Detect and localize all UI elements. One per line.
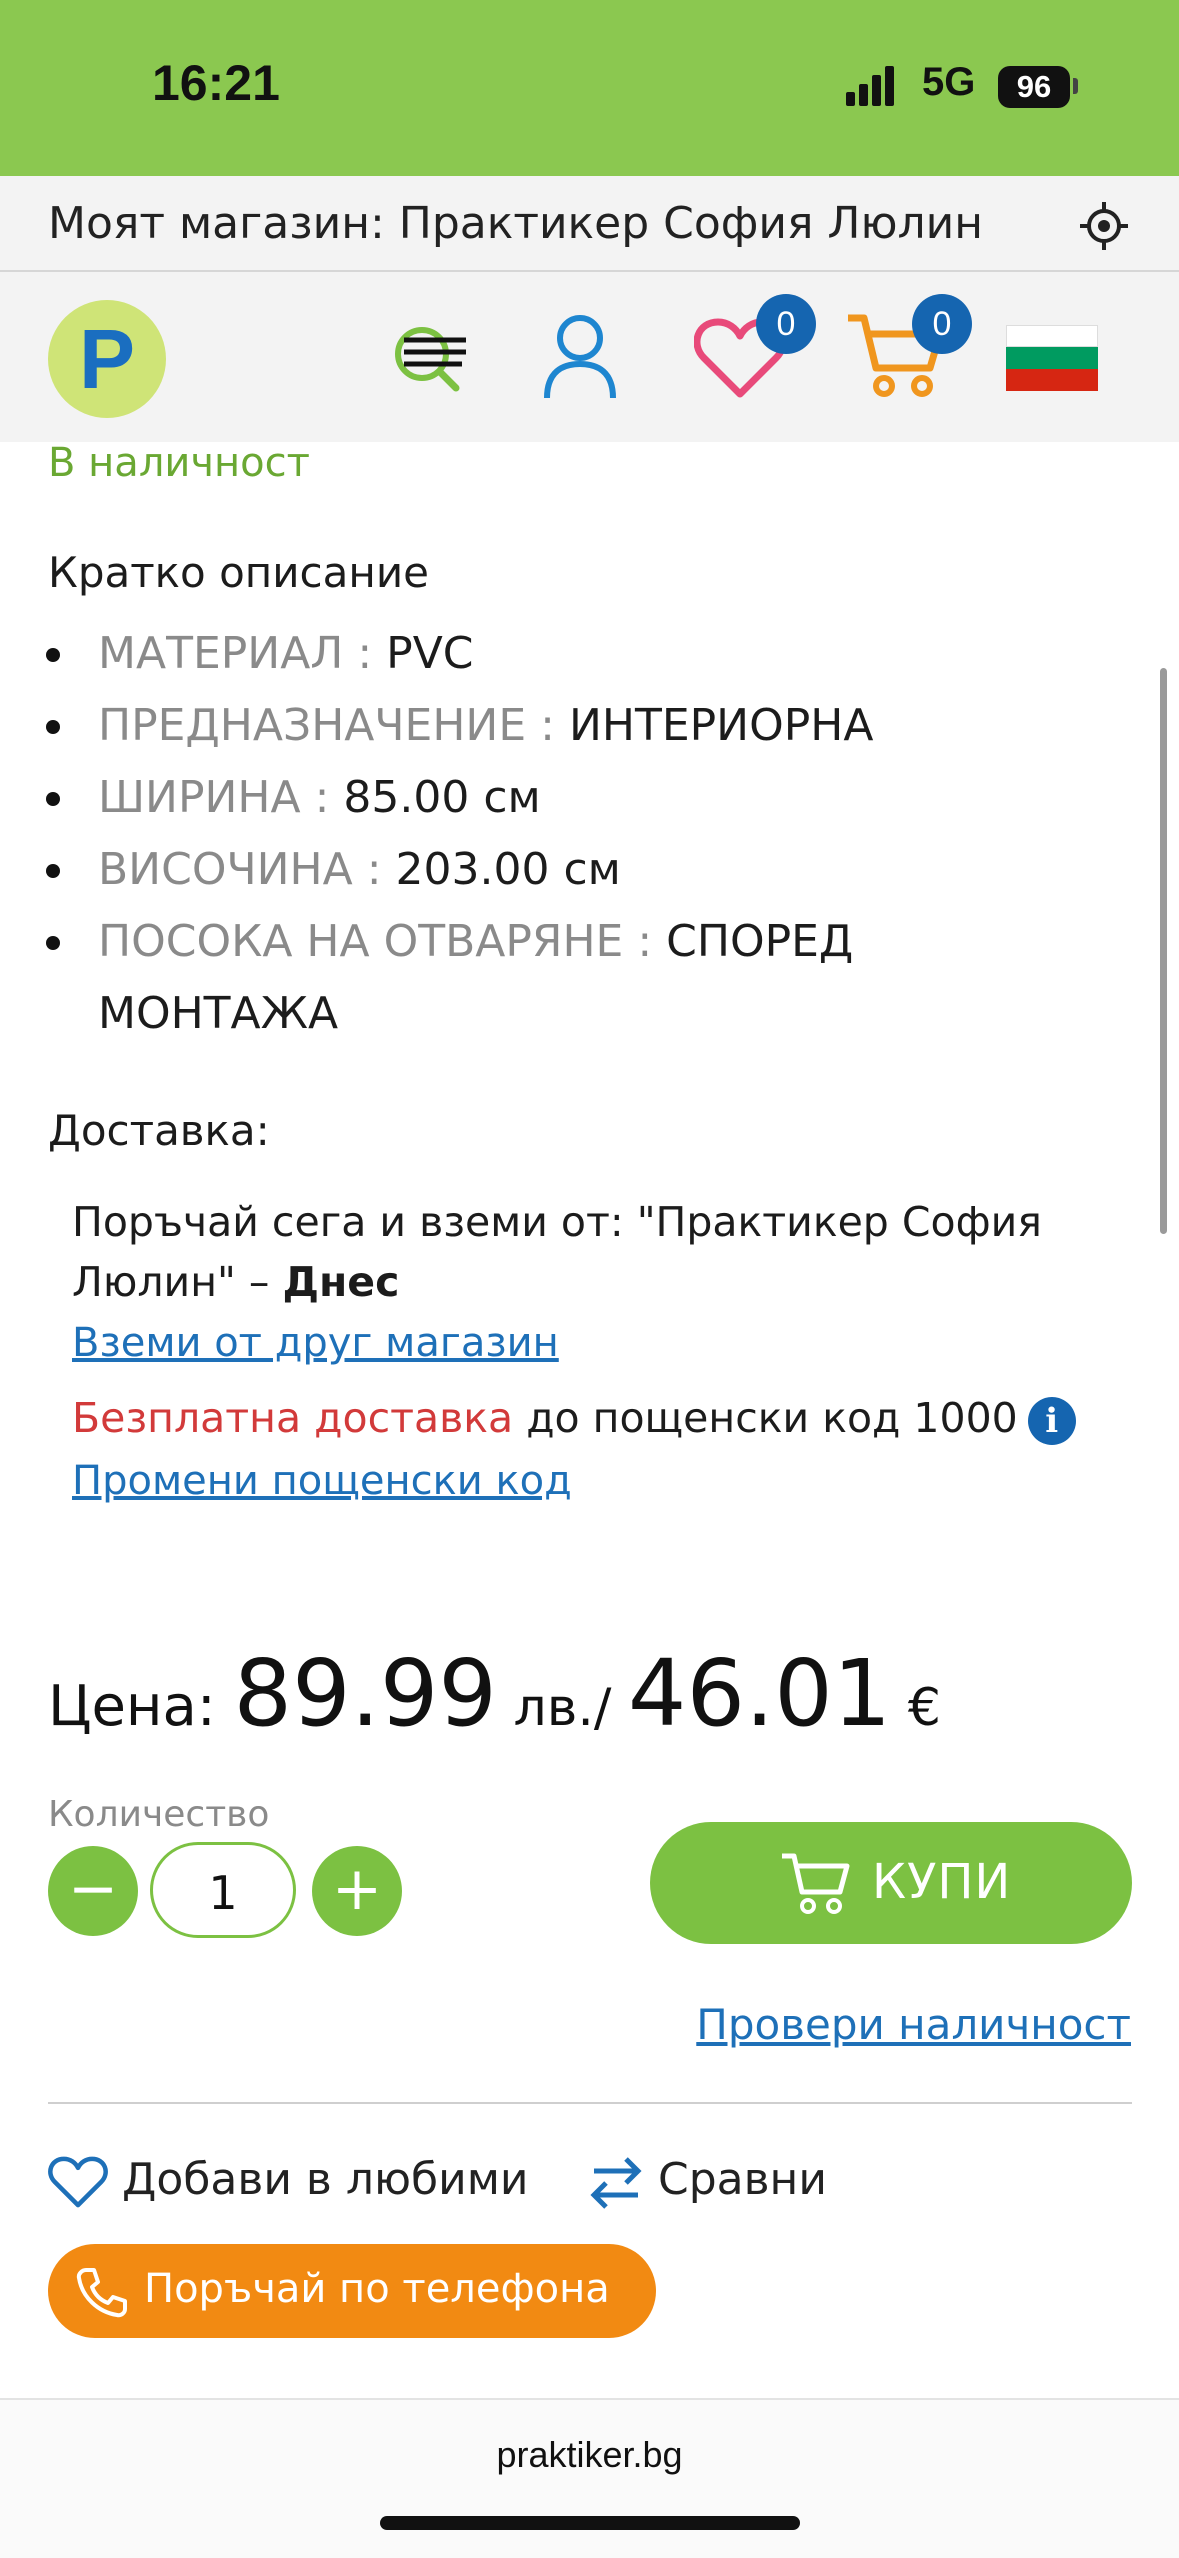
battery-icon: 96 (998, 66, 1070, 108)
cart-icon (782, 1853, 850, 1914)
spec-item: ШИРИНА : 85.00 см (0, 762, 958, 834)
cart-count-badge: 0 (912, 294, 972, 354)
change-postcode-link[interactable]: Промени пощенски код (72, 1458, 572, 1504)
buy-button-label: КУПИ (872, 1854, 1012, 1910)
spec-list: МАТЕРИАЛ : PVC ПРЕДНАЗНАЧЕНИЕ : ИНТЕРИОР… (0, 618, 1179, 1050)
locate-icon[interactable] (1078, 200, 1130, 252)
spec-item: МАТЕРИАЛ : PVC (0, 618, 958, 690)
spec-item: ПОСОКА НА ОТВАРЯНЕ : СПОРЕД МОНТАЖА (0, 906, 958, 1050)
availability-status: В наличност (48, 440, 310, 486)
price-label: Цена: (48, 1674, 234, 1739)
language-flag-icon[interactable] (1006, 325, 1098, 391)
battery-tip (1073, 78, 1078, 94)
compare-label: Сравни (658, 2154, 827, 2205)
free-delivery-info: Безплатна доставка до пощенски код 1000 i (72, 1394, 1076, 1445)
buy-button[interactable]: КУПИ (650, 1822, 1132, 1944)
add-to-favorites-label: Добави в любими (122, 2154, 529, 2205)
search-filter-icon[interactable] (390, 318, 470, 394)
divider (48, 2102, 1132, 2104)
free-delivery-label: Безплатна доставка (72, 1394, 514, 1442)
quantity-input[interactable]: 1 (150, 1842, 296, 1938)
quantity-label: Количество (48, 1794, 270, 1835)
status-bar: 16:21 5G 96 (0, 0, 1179, 176)
store-selector[interactable]: Моят магазин: Практикер София Люлин (0, 176, 1179, 272)
heart-icon (48, 2156, 108, 2208)
browser-url-bar[interactable] (0, 2398, 1179, 2558)
compare-icon (590, 2157, 642, 2209)
delivery-title: Доставка: (48, 1106, 270, 1155)
check-availability-link[interactable]: Провери наличност (696, 2000, 1131, 2049)
home-indicator[interactable] (380, 2516, 800, 2530)
compare-button[interactable]: Сравни (588, 2154, 827, 2209)
status-time: 16:21 (152, 55, 280, 111)
quantity-minus-button[interactable]: − (48, 1846, 138, 1936)
pickup-info: Поръчай сега и вземи от: "Практикер Софи… (72, 1198, 1042, 1366)
order-by-phone-button[interactable]: Поръчай по телефона (48, 2244, 656, 2338)
pickup-when: Днес (282, 1258, 400, 1306)
price-eur-unit: € (891, 1678, 941, 1738)
phone-icon (76, 2268, 127, 2318)
add-to-favorites-button[interactable]: Добави в любими (48, 2154, 529, 2209)
store-name: Моят магазин: Практикер София Люлин (48, 198, 984, 249)
price: Цена: 89.99 лв./ 46.01 € (48, 1640, 941, 1747)
user-icon[interactable] (542, 312, 618, 400)
scrollbar[interactable] (1160, 668, 1167, 1234)
spec-item: ПРЕДНАЗНАЧЕНИЕ : ИНТЕРИОРНА (0, 690, 958, 762)
url-text: praktiker.bg (496, 2434, 683, 2475)
postcode-link-wrap: Промени пощенски код (72, 1458, 572, 1504)
price-bgn-unit: лв./ (496, 1678, 628, 1738)
price-bgn: 89.99 (233, 1640, 497, 1747)
spec-item: ВИСОЧИНА : 203.00 см (0, 834, 958, 906)
signal-icon (846, 66, 896, 106)
short-description-title: Кратко описание (48, 548, 429, 597)
favorites-count-badge: 0 (756, 294, 816, 354)
info-icon[interactable]: i (1027, 1397, 1076, 1445)
network-type: 5G (922, 60, 976, 104)
quantity-plus-button[interactable]: + (312, 1846, 402, 1936)
price-eur: 46.01 (627, 1640, 892, 1747)
other-store-link[interactable]: Вземи от друг магазин (72, 1320, 559, 1366)
order-by-phone-label: Поръчай по телефона (144, 2266, 610, 2312)
logo[interactable]: P (48, 300, 166, 418)
